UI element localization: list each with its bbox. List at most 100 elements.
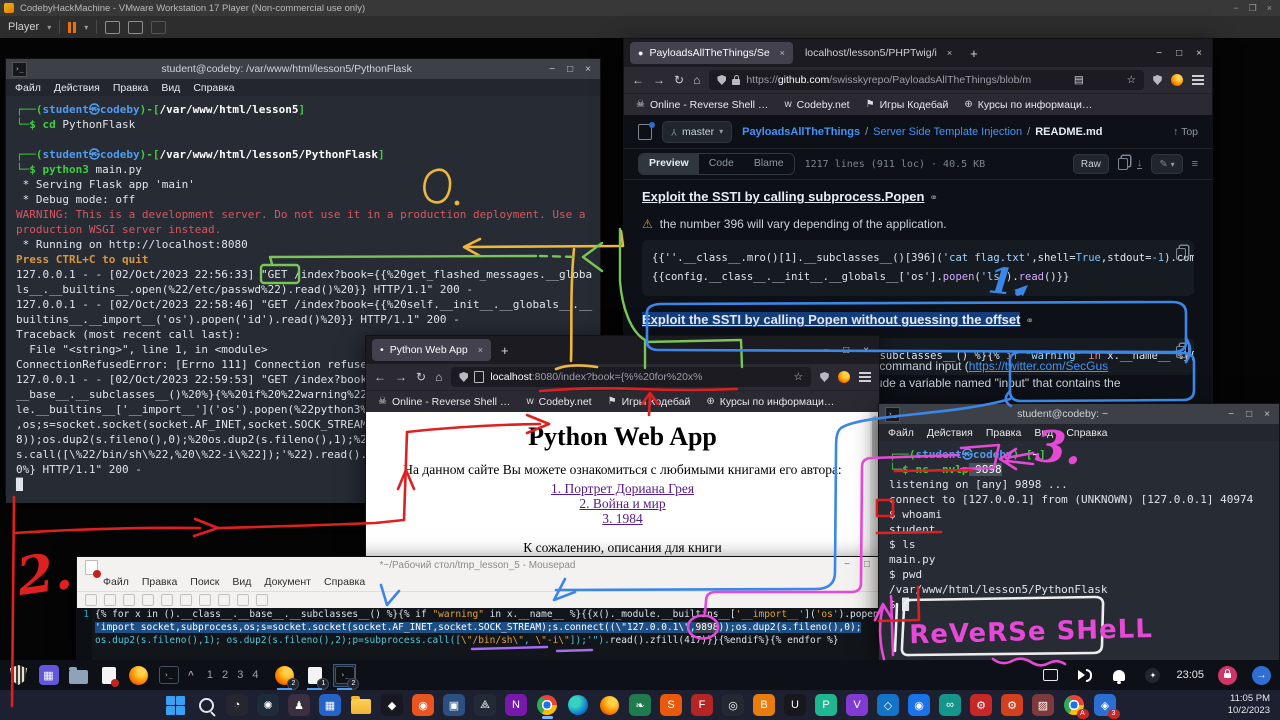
reader-view-icon[interactable]: ▤ (1074, 74, 1084, 86)
bookmark-item[interactable]: ⊕Курсы по информаци… (706, 396, 834, 408)
text-editor-icon[interactable] (98, 665, 119, 686)
volume-icon[interactable] (1074, 665, 1095, 686)
copy-icon[interactable] (1176, 248, 1186, 260)
app-gear-orange-icon[interactable]: ⚙ (1001, 694, 1024, 717)
kali-menu-icon[interactable] (8, 665, 29, 686)
notification-bell-icon[interactable] (1108, 665, 1129, 686)
download-icon[interactable]: ↓ (1137, 159, 1143, 169)
bookmark-item[interactable]: ⚑Игры Кодебай (866, 99, 949, 111)
breadcrumb-path[interactable]: Server Side Template Injection (873, 126, 1022, 138)
bookmark-item[interactable]: wCodeby.net (526, 396, 591, 408)
menu-item-Справка[interactable]: Справка (324, 576, 365, 588)
reload-icon[interactable]: ↻ (416, 370, 426, 384)
new-tab-icon[interactable]: + (501, 343, 509, 358)
close-icon[interactable]: × (1196, 48, 1202, 59)
menu-item-Правка[interactable]: Правка (113, 82, 148, 94)
save-icon[interactable] (123, 594, 135, 606)
menu-item-Вид[interactable]: Вид (161, 82, 180, 94)
back-icon[interactable]: ← (374, 370, 386, 384)
home-icon[interactable]: ⌂ (693, 73, 700, 87)
minimize-icon[interactable]: − (844, 559, 850, 570)
menu-item-Файл[interactable]: Файл (888, 427, 914, 439)
close-tab-icon[interactable]: × (478, 345, 483, 355)
bookmark-item[interactable]: ☠Online - Reverse Shell … (636, 99, 768, 111)
edit-button[interactable]: ✎ ▾ (1151, 154, 1182, 174)
caret-down-icon[interactable]: ▾ (47, 23, 51, 32)
close-tab-icon[interactable]: × (780, 48, 785, 58)
terminal-icon[interactable]: ›_2 (334, 665, 355, 686)
app-visualstudio-icon[interactable]: V (846, 694, 869, 717)
ssti-popen-offset-heading[interactable]: Exploit the SSTI by calling Popen withou… (642, 312, 1020, 327)
book-link[interactable]: 1. Портрет Дориана Грея (366, 481, 879, 496)
close-icon[interactable]: × (1264, 409, 1270, 420)
extension-shield-icon[interactable] (1153, 75, 1162, 85)
text-editor-icon[interactable]: 1 (304, 665, 325, 686)
minimize-icon[interactable]: − (1233, 3, 1238, 14)
tracking-shield-icon[interactable] (717, 75, 726, 85)
app-calendar-icon[interactable]: ▦ (319, 694, 342, 717)
tracking-shield-icon[interactable] (459, 372, 468, 382)
terminal2-titlebar[interactable]: ›_ student@codeby: ~ − □ × (879, 404, 1279, 424)
menu-item-Документ[interactable]: Документ (264, 576, 311, 588)
twitter-link[interactable]: https://twitter.com/SecGus (969, 359, 1108, 373)
app-adobe-icon[interactable]: F (691, 694, 714, 717)
app-dragon-icon[interactable]: ⟁ (474, 694, 497, 717)
app-unreal-icon[interactable]: U (784, 694, 807, 717)
bookmark-item[interactable]: ⊕Курсы по информаци… (964, 99, 1092, 111)
home-icon[interactable]: ⌂ (435, 370, 442, 384)
menu-item-Файл[interactable]: Файл (15, 82, 41, 94)
firefox-icon[interactable] (128, 665, 149, 686)
maximize-icon[interactable]: □ (843, 345, 849, 356)
branch-selector[interactable]: Y master ▾ (662, 121, 732, 143)
raw-button[interactable]: Raw (1073, 154, 1109, 174)
folder-icon[interactable] (350, 694, 373, 717)
menu-item-Действия[interactable]: Действия (54, 82, 100, 94)
close-tab-icon[interactable]: × (947, 48, 952, 58)
minimize-icon[interactable]: − (549, 64, 555, 75)
bookmark-star-icon[interactable]: ☆ (1127, 74, 1136, 86)
chrome-icon[interactable]: A (1063, 694, 1086, 717)
file-tree-icon[interactable] (638, 124, 652, 140)
app-virtualbox-icon[interactable]: ▣ (443, 694, 466, 717)
maximize-icon[interactable]: □ (864, 559, 870, 570)
find-icon[interactable] (256, 594, 268, 606)
app-hub-icon[interactable]: ✺ (257, 694, 280, 717)
outline-icon[interactable]: ≡ (1192, 158, 1198, 170)
mousepad-editor[interactable]: 1 {% for x in ().__class__.__base__.__su… (77, 608, 878, 662)
anchor-link-icon[interactable]: ⚭ (1025, 316, 1033, 327)
power-icon[interactable]: → (1251, 665, 1272, 686)
app-portrait-icon[interactable]: ♟ (288, 694, 311, 717)
caret-down-icon[interactable]: ▾ (84, 23, 88, 32)
status-dot-icon[interactable]: ✦ (1142, 665, 1163, 686)
app-leaf-icon[interactable]: ❧ (629, 694, 652, 717)
forward-icon[interactable]: → (653, 73, 665, 87)
app-gauge-icon[interactable]: ◔ (226, 694, 249, 717)
save-as-icon[interactable] (142, 594, 154, 606)
app-blender-icon[interactable]: B (753, 694, 776, 717)
system-clock[interactable]: 11:05 PM 10/2/2023 (1228, 693, 1270, 717)
bookmark-item[interactable]: ☠Online - Reverse Shell … (378, 396, 510, 408)
close-icon[interactable]: × (863, 345, 869, 356)
minimize-icon[interactable]: − (1228, 409, 1234, 420)
breadcrumb-repo[interactable]: PayloadsAllTheThings (742, 126, 860, 138)
maximize-icon[interactable]: □ (1176, 48, 1182, 59)
book-link[interactable]: 3. 1984 (366, 511, 879, 526)
menu-item-Поиск[interactable]: Поиск (190, 576, 219, 588)
tab-preview[interactable]: Preview (639, 154, 699, 174)
edge-icon[interactable] (567, 694, 590, 717)
chevron-up-icon[interactable]: ^ (188, 670, 194, 681)
menu-item-Правка[interactable]: Правка (986, 427, 1021, 439)
send-ctrl-alt-del-icon[interactable] (105, 21, 120, 34)
app-gear-red-icon[interactable]: ⚙ (970, 694, 993, 717)
firefox-account-icon[interactable] (838, 371, 850, 383)
menu-item-Справка[interactable]: Справка (193, 82, 234, 94)
new-file-icon[interactable] (85, 594, 97, 606)
extension-shield-icon[interactable] (820, 372, 829, 382)
payload-text[interactable]: {% for x in ().__class__.__base__.__subc… (95, 608, 878, 647)
player-menu[interactable]: Player (8, 21, 39, 33)
app-onenote-icon[interactable]: N (505, 694, 528, 717)
ff1-url-bar[interactable]: https://github.com/swisskyrepo/PayloadsA… (709, 70, 1144, 90)
restore-icon[interactable]: ❐ (1249, 3, 1257, 14)
menu-item-Правка[interactable]: Правка (142, 576, 177, 588)
chrome-icon[interactable] (536, 694, 559, 717)
